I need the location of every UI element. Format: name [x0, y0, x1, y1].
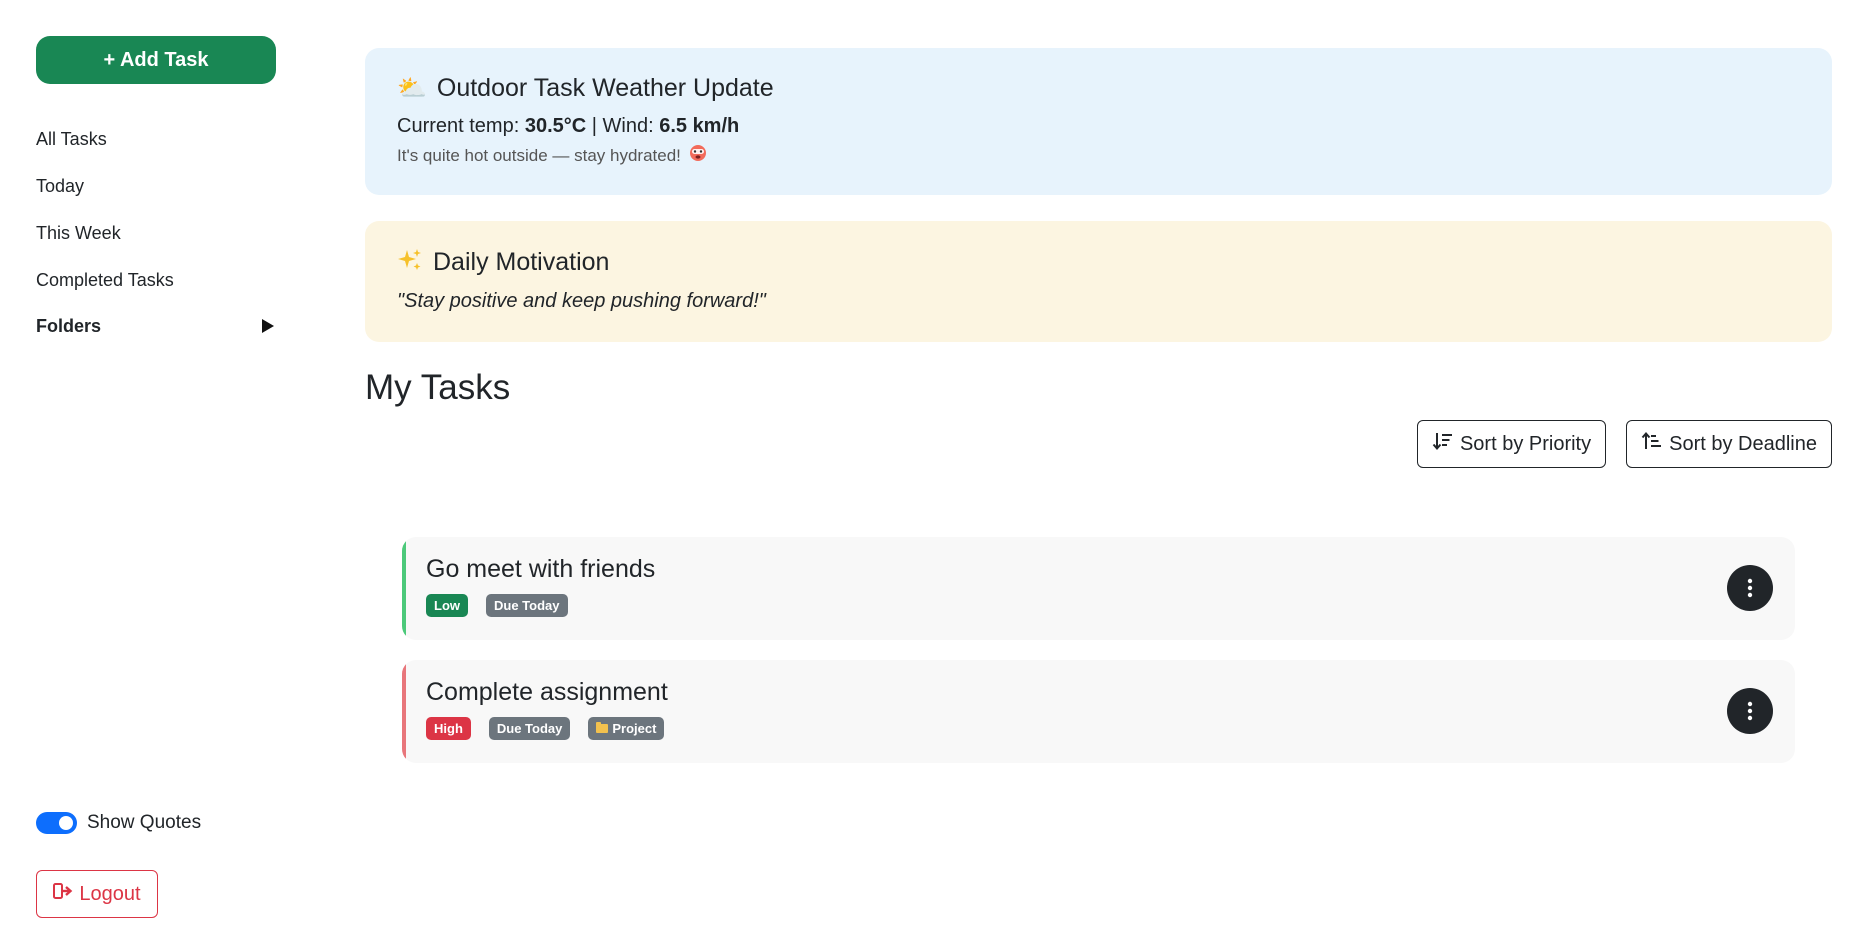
show-quotes-switch[interactable]: [36, 812, 77, 834]
task-badges: High Due Today Project: [426, 717, 1771, 740]
task-options-button[interactable]: [1727, 565, 1773, 611]
folders-label: Folders: [36, 315, 102, 336]
task-list: Go meet with friends Low Due Today Compl…: [402, 537, 1795, 783]
nav-item-completed-tasks[interactable]: Completed Tasks: [36, 257, 276, 304]
task-badges: Low Due Today: [426, 594, 1771, 617]
priority-accent-bar: [402, 660, 406, 763]
kebab-menu-icon: [1747, 578, 1753, 598]
motivation-title-row: Daily Motivation: [397, 247, 1800, 278]
sidebar: + Add Task All Tasks Today This Week Com…: [0, 0, 300, 942]
wind-value: 6.5 km/h: [659, 115, 740, 137]
add-task-button[interactable]: + Add Task: [36, 36, 276, 84]
sort-by-deadline-button[interactable]: Sort by Deadline: [1626, 420, 1832, 468]
sort-controls: Sort by Priority Sort by Deadline: [1416, 420, 1832, 468]
task-card[interactable]: Go meet with friends Low Due Today: [402, 537, 1795, 640]
motivation-card: Daily Motivation "Stay positive and keep…: [365, 221, 1832, 342]
weather-stats: Current temp: 30.5°C | Wind: 6.5 km/h: [397, 115, 1800, 138]
logout-icon: [53, 882, 73, 906]
weather-card: ⛅ Outdoor Task Weather Update Current te…: [365, 48, 1832, 195]
wind-label: Wind:: [602, 115, 654, 137]
caret-right-icon: [262, 319, 274, 333]
nav-item-all-tasks[interactable]: All Tasks: [36, 116, 276, 163]
motivation-title: Daily Motivation: [433, 248, 610, 276]
task-options-button[interactable]: [1727, 688, 1773, 734]
sparkles-icon: [397, 247, 423, 278]
folder-badge-label: Project: [612, 721, 657, 736]
page-title: My Tasks: [365, 368, 511, 407]
sort-ascending-icon: [1641, 430, 1663, 458]
priority-badge: Low: [426, 594, 468, 617]
due-badge: Due Today: [486, 594, 568, 617]
sun-behind-cloud-icon: ⛅: [397, 74, 427, 102]
switch-knob: [59, 816, 73, 830]
weather-title-row: ⛅ Outdoor Task Weather Update: [397, 74, 1800, 103]
temp-value: 30.5°C: [524, 115, 587, 137]
folder-icon: [596, 722, 609, 733]
sort-by-deadline-label: Sort by Deadline: [1669, 432, 1817, 455]
task-title: Go meet with friends: [426, 555, 656, 583]
folder-badge: Project: [588, 717, 665, 740]
priority-accent-bar: [402, 537, 406, 640]
task-card[interactable]: Complete assignment High Due Today Proje…: [402, 660, 1795, 763]
priority-badge: High: [426, 717, 471, 740]
weather-note-row: It's quite hot outside — stay hydrated!: [397, 144, 1800, 167]
task-title: Complete assignment: [426, 678, 668, 706]
sort-descending-icon: [1432, 430, 1454, 458]
nav-item-today[interactable]: Today: [36, 163, 276, 210]
hot-face-icon: [689, 144, 707, 167]
nav-item-this-week[interactable]: This Week: [36, 210, 276, 257]
sort-by-priority-label: Sort by Priority: [1459, 432, 1592, 455]
logout-label: Logout: [79, 882, 141, 905]
weather-note: It's quite hot outside — stay hydrated!: [397, 145, 681, 165]
nav-list: All Tasks Today This Week Completed Task…: [36, 116, 276, 304]
motivation-quote: "Stay positive and keep pushing forward!…: [397, 290, 766, 312]
logout-button[interactable]: Logout: [36, 870, 158, 918]
show-quotes-label[interactable]: Show Quotes: [87, 812, 201, 834]
due-badge: Due Today: [488, 717, 571, 740]
show-quotes-row: Show Quotes: [36, 812, 201, 834]
sort-by-priority-button[interactable]: Sort by Priority: [1416, 420, 1607, 468]
folders-toggle[interactable]: Folders: [36, 310, 276, 342]
weather-title: Outdoor Task Weather Update: [436, 74, 774, 102]
temp-label: Current temp:: [397, 115, 520, 137]
kebab-menu-icon: [1747, 701, 1753, 721]
weather-separator: |: [586, 115, 603, 137]
